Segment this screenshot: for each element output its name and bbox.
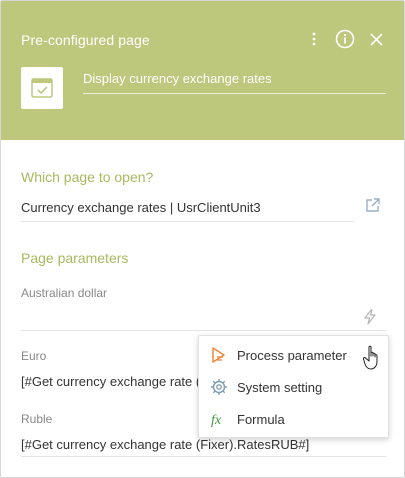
- value-source-menu: Process parameter System setting fx Form…: [198, 335, 389, 438]
- process-parameter-icon: [210, 346, 228, 364]
- menu-item-process-parameter[interactable]: Process parameter: [199, 339, 388, 371]
- open-external-icon[interactable]: [364, 196, 382, 214]
- page-card-icon: [21, 67, 63, 109]
- param-value-eur[interactable]: [#Get currency exchange rate (Fixer).Rat…: [21, 374, 201, 389]
- header-actions: [300, 27, 390, 51]
- param-field-rub[interactable]: [#Get currency exchange rate (Fixer).Rat…: [21, 435, 386, 457]
- gear-icon: [210, 378, 228, 396]
- param-label-aud: Australian dollar: [21, 286, 108, 300]
- fx-icon: fx: [210, 410, 228, 428]
- param-value-rub: [#Get currency exchange rate (Fixer).Rat…: [21, 437, 310, 452]
- menu-item-formula[interactable]: fx Formula: [199, 403, 388, 435]
- which-page-field[interactable]: Currency exchange rates | UsrClientUnit3: [21, 200, 354, 222]
- more-vertical-icon[interactable]: [300, 27, 328, 51]
- param-field-aud[interactable]: [21, 307, 386, 331]
- panel-header: Pre-configured page Display currency exc…: [1, 1, 404, 140]
- which-page-value: Currency exchange rates | UsrClientUnit3: [21, 200, 261, 215]
- info-icon[interactable]: [331, 27, 359, 51]
- menu-item-label: Process parameter: [237, 347, 347, 363]
- svg-text:fx: fx: [211, 413, 222, 428]
- param-label-eur: Euro: [21, 349, 47, 363]
- menu-item-label: Formula: [237, 411, 285, 427]
- page-caption: Display currency exchange rates: [83, 71, 272, 86]
- which-page-title: Which page to open?: [21, 169, 154, 185]
- menu-item-system-setting[interactable]: System setting: [199, 371, 388, 403]
- param-label-rub: Ruble: [21, 412, 53, 426]
- hand-cursor-icon: [363, 345, 378, 370]
- lightning-icon[interactable]: [361, 308, 379, 326]
- page-caption-field[interactable]: Display currency exchange rates: [83, 71, 386, 94]
- menu-item-label: System setting: [237, 379, 323, 395]
- panel-title: Pre-configured page: [21, 32, 150, 48]
- page-parameters-title: Page parameters: [21, 250, 129, 266]
- close-icon[interactable]: [362, 27, 390, 51]
- preconfigured-page-panel: Pre-configured page Display currency exc…: [0, 0, 405, 478]
